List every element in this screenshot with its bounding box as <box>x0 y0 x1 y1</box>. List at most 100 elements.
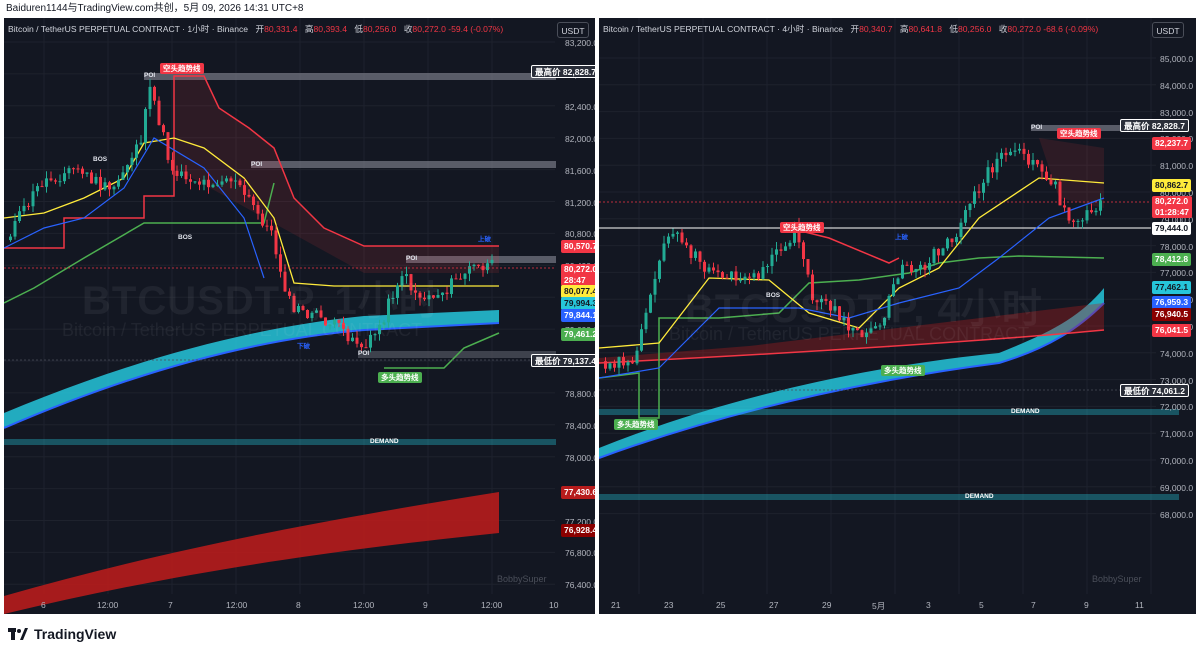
candle-body <box>85 172 89 174</box>
price-tick: 76,800.0 <box>565 548 595 559</box>
symbol-title[interactable]: Bitcoin / TetherUS PERPETUAL CONTRACT · … <box>603 24 843 34</box>
bar-countdown: 28:47 <box>564 275 586 285</box>
candle-body <box>1090 210 1093 213</box>
tradingview-logo-icon <box>8 628 28 640</box>
candle-body <box>9 236 12 241</box>
candle-body <box>36 186 39 192</box>
candle-body <box>445 292 449 295</box>
high-price-tag: 最高价 82,828.7 <box>531 65 595 78</box>
candle-body <box>775 249 778 255</box>
candle-body <box>968 203 972 211</box>
candle-body <box>1018 148 1021 151</box>
price-tick: 83,000.0 <box>1160 107 1194 118</box>
low-tag-label: 最低价 <box>1124 386 1150 396</box>
bear-trendline-label: 空头趋势线 <box>160 63 204 74</box>
demand-zone <box>599 494 1179 500</box>
candle-body <box>716 270 720 273</box>
candle-body <box>649 294 652 313</box>
price-tick: 82,000.0 <box>565 133 595 144</box>
candle-body <box>626 362 630 366</box>
symbol-watermark: BTCUSDT.P, 1小时 <box>82 279 440 323</box>
demand-zone-label: DEMAND <box>370 438 399 445</box>
candle-body <box>712 267 715 271</box>
candle-body <box>198 181 201 185</box>
low-tag-label: 最低价 <box>535 356 561 366</box>
candle-body <box>707 267 711 272</box>
symbol-watermark-sub: Bitcoin / TetherUS PERPETUAL CONTRACT <box>669 324 1030 344</box>
time-tick: 5 <box>979 600 984 610</box>
candle-body <box>1067 207 1071 221</box>
candle-body <box>180 171 183 176</box>
candle-body <box>653 278 657 295</box>
candle-body <box>784 246 787 251</box>
price-tag-red: 82,237.7 <box>1152 137 1192 150</box>
candle-body <box>941 248 945 256</box>
candle-body <box>171 159 174 171</box>
candle-body <box>1022 148 1026 154</box>
price-tick: 77,000.0 <box>1160 268 1194 279</box>
price-tick: 78,000.0 <box>565 452 595 463</box>
candle-body <box>946 238 949 249</box>
time-tick: 10 <box>549 600 559 610</box>
price-tag-blue: 79,844.1 <box>561 309 595 322</box>
time-tick: 23 <box>664 600 674 610</box>
price-tick: 81,000.0 <box>1160 161 1194 172</box>
candle-body <box>622 357 625 366</box>
candle-body <box>914 268 918 272</box>
bull-trendline-label: 多头趋势线 <box>881 365 925 376</box>
candle-body <box>67 168 71 174</box>
candle-body <box>635 350 639 364</box>
candle-body <box>995 158 999 173</box>
tradingview-logo[interactable]: TradingView <box>8 626 116 642</box>
author-signature: BobbySuper <box>1092 574 1142 584</box>
candle-body <box>613 363 616 368</box>
poi-label-2: POI <box>251 161 263 168</box>
candle-body <box>694 251 697 258</box>
poi-label-1: POI <box>144 72 156 79</box>
candle-body <box>631 362 634 364</box>
candle-body <box>31 191 35 207</box>
candle-body <box>928 262 931 270</box>
candle-body <box>274 230 278 255</box>
time-tick: 12:00 <box>481 600 503 610</box>
candle-body <box>1054 181 1057 185</box>
candle-body <box>1063 205 1066 208</box>
currency-button[interactable]: USDT <box>557 22 589 38</box>
candle-body <box>441 292 444 296</box>
candle-body <box>157 100 161 126</box>
candle-body <box>1009 151 1012 156</box>
open-label: 开 <box>850 24 860 34</box>
price-tick: 83,200.0 <box>565 38 595 48</box>
candle-body <box>955 236 958 243</box>
candle-body <box>126 164 129 173</box>
author-signature: BobbySuper <box>497 574 547 584</box>
candle-body <box>1013 150 1017 152</box>
price-tick: 74,000.0 <box>1160 348 1194 359</box>
candle-body <box>76 168 80 170</box>
chart-pane-1h[interactable]: BTCUSDT.P, 1小时 Bitcoin / TetherUS PERPET… <box>4 18 595 614</box>
low-tag-value: 74,061.2 <box>1151 386 1185 396</box>
chart-pane-4h[interactable]: BTCUSDT.P, 4小时 Bitcoin / TetherUS PERPET… <box>599 18 1196 614</box>
symbol-title[interactable]: Bitcoin / TetherUS PERPETUAL CONTRACT · … <box>8 24 248 34</box>
price-tick: 78,400.0 <box>565 420 595 431</box>
candle-body <box>112 186 116 190</box>
candle-body <box>63 173 66 182</box>
time-tick: 27 <box>769 600 779 610</box>
candle-body <box>94 176 98 184</box>
poi-label: POI <box>1031 124 1043 131</box>
price-tag-darkred: 76,940.5 <box>1152 308 1192 321</box>
bear-trendline-label-2: 空头趋势线 <box>780 222 824 233</box>
price-tick: 81,600.0 <box>565 165 595 176</box>
close-value: 80,272.0 <box>412 24 446 34</box>
candle-body <box>139 142 143 145</box>
currency-button[interactable]: USDT <box>1152 22 1184 38</box>
time-tick: 9 <box>1084 600 1089 610</box>
candle-body <box>644 312 648 330</box>
candle-body <box>166 132 170 160</box>
time-tick: 8 <box>296 600 301 610</box>
candle-body <box>1004 152 1008 156</box>
candle-body <box>189 179 192 182</box>
bear-band <box>4 492 499 614</box>
high-value: 80,641.8 <box>908 24 942 34</box>
candle-body <box>54 180 57 182</box>
